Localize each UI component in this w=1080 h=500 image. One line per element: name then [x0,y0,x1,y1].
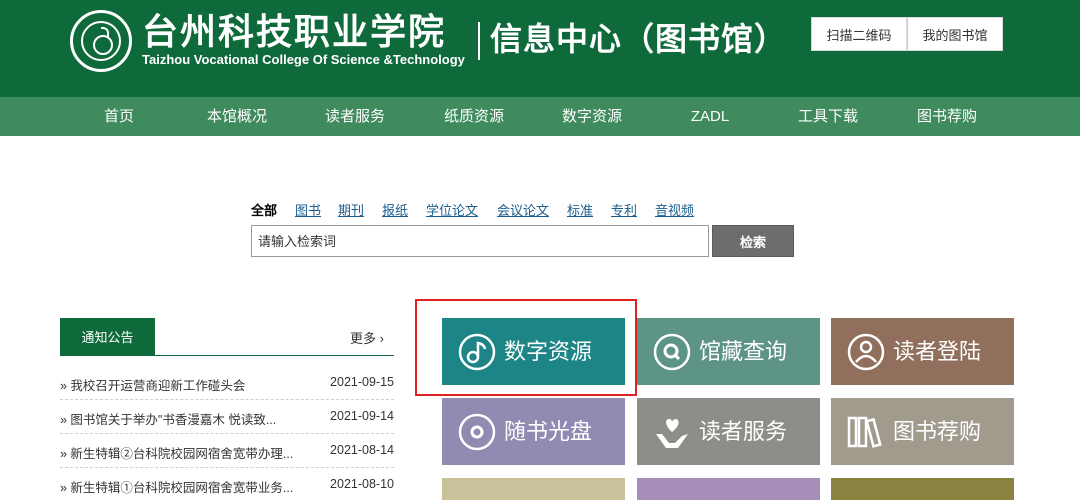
tile-label: 读者服务 [699,419,788,444]
nav-item-digital-resources[interactable]: 数字资源 [532,97,652,136]
search-button[interactable]: 检索 [712,225,794,257]
notice-date: 2021-08-14 [330,443,394,457]
tile-partial[interactable] [637,478,820,500]
search-tab-books[interactable]: 图书 [295,200,321,219]
cd-icon [458,413,496,451]
college-name-en: Taizhou Vocational College Of Science &T… [142,52,465,67]
college-logo-icon[interactable] [70,10,132,72]
tile-partial[interactable] [442,478,625,500]
highlight-box [415,299,637,396]
site-header: 台州科技职业学院 Taizhou Vocational College Of S… [0,0,1080,97]
search-tab-journals[interactable]: 期刊 [338,200,364,219]
tile-cd-with-books[interactable]: 随书光盘 [442,398,625,465]
search-tab-standards[interactable]: 标准 [567,200,593,219]
nav-item-reader-services[interactable]: 读者服务 [295,97,415,136]
hand-heart-icon [656,418,688,448]
tile-collection-search[interactable]: 馆藏查询 [637,318,820,385]
search-input[interactable] [251,225,709,257]
tile-label: 读者登陆 [893,339,982,364]
nav-item-zadl[interactable]: ZADL [650,97,770,136]
search-tab-audio-video[interactable]: 音视频 [655,200,694,219]
tile-label: 图书荐购 [893,419,982,444]
nav-item-tool-download[interactable]: 工具下载 [768,97,888,136]
search-tab-theses[interactable]: 学位论文 [426,200,478,219]
tile-label: 随书光盘 [504,419,593,444]
my-library-button[interactable]: 我的图书馆 [907,17,1003,51]
search-tab-all[interactable]: 全部 [251,200,277,219]
search-tab-conference-papers[interactable]: 会议论文 [497,200,549,219]
tile-book-recommend[interactable]: 图书荐购 [831,398,1014,465]
list-item[interactable]: » 图书馆关于举办"书香漫嘉木 悦读致... 2021-09-14 [60,400,394,434]
tile-reader-service[interactable]: 读者服务 [637,398,820,465]
books-icon [847,416,882,448]
chevron-right-icon: › [376,331,384,346]
notice-title: » 新生特辑①台科院校园网宿舍宽带业务... [60,481,294,495]
more-label: 更多 [350,331,377,346]
notice-divider [60,355,394,356]
tile-reader-login[interactable]: 读者登陆 [831,318,1014,385]
tile-partial[interactable] [831,478,1014,500]
list-item[interactable]: » 我校召开运营商迎新工作碰头会 2021-09-15 [60,366,394,400]
list-item[interactable]: » 新生特辑②台科院校园网宿舍宽带办理... 2021-08-14 [60,434,394,468]
notice-date: 2021-09-14 [330,409,394,423]
notice-list: » 我校召开运营商迎新工作碰头会 2021-09-15 » 图书馆关于举办"书香… [60,366,394,500]
notice-date: 2021-08-10 [330,477,394,491]
list-item[interactable]: » 新生特辑①台科院校园网宿舍宽带业务... 2021-08-10 [60,468,394,500]
main-nav: 首页 本馆概况 读者服务 纸质资源 数字资源 ZADL 工具下载 图书荐购 [0,97,1080,136]
library-title: 信息中心（图书馆） [490,20,788,58]
notice-title: » 我校召开运营商迎新工作碰头会 [60,379,246,393]
nav-item-paper-resources[interactable]: 纸质资源 [414,97,534,136]
search-circle-icon [653,333,691,371]
nav-item-book-recommend[interactable]: 图书荐购 [887,97,1007,136]
scan-qr-button[interactable]: 扫描二维码 [811,17,907,51]
more-link[interactable]: 更多 › [350,328,384,347]
notice-tab[interactable]: 通知公告 [60,318,155,355]
search-tab-patents[interactable]: 专利 [611,200,637,219]
header-buttons: 扫描二维码 我的图书馆 [811,17,1003,51]
nav-item-home[interactable]: 首页 [59,97,179,136]
user-icon [847,333,885,371]
notice-title: » 图书馆关于举办"书香漫嘉木 悦读致... [60,413,277,427]
college-name-cn: 台州科技职业学院 [142,11,447,53]
nav-item-overview[interactable]: 本馆概况 [177,97,297,136]
search-tab-newspapers[interactable]: 报纸 [382,200,408,219]
notice-date: 2021-09-15 [330,375,394,389]
tile-label: 馆藏查询 [699,339,788,364]
title-divider [478,22,480,60]
notice-title: » 新生特辑②台科院校园网宿舍宽带办理... [60,447,294,461]
